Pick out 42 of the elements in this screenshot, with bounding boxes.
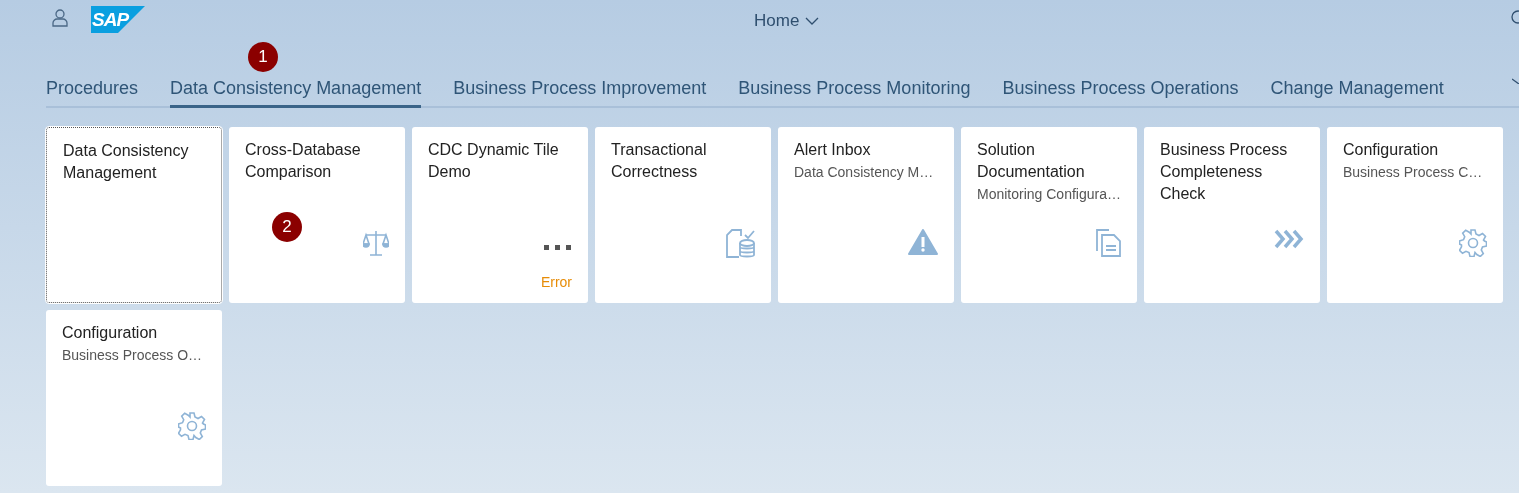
tile-title: Configuration — [62, 323, 159, 343]
tile-title: Transactional Correctness — [611, 140, 708, 182]
tab[interactable]: Business Process Monitoring — [738, 60, 971, 108]
search-icon[interactable] — [1510, 10, 1519, 26]
tile-title: Cross-Database Comparison — [245, 140, 362, 182]
documents-icon — [1095, 229, 1121, 257]
tile-subtitle: Monitoring Configura… — [977, 185, 1121, 204]
document-database-icon — [725, 229, 755, 259]
app-tile[interactable]: Configuration Business Process O… — [46, 310, 222, 486]
app-tile[interactable]: Configuration Business Process C… — [1327, 127, 1503, 303]
app-tile[interactable]: Solution Documentation Monitoring Configura… — [961, 127, 1137, 303]
tile-title: Business Process Completeness Check — [1160, 140, 1289, 204]
tile-subtitle: Business Process O… — [62, 346, 204, 365]
user-icon[interactable] — [52, 9, 68, 27]
chevron-down-icon — [805, 16, 820, 25]
tab[interactable]: Business Process Improvement — [453, 60, 707, 108]
app-tile[interactable]: Transactional Correctness — [595, 127, 771, 303]
busy-indicator-icon — [544, 245, 572, 251]
tile-title: Data Consistency Management — [63, 141, 190, 183]
tile-subtitle: Business Process C… — [1343, 163, 1484, 182]
tile-title: Solution Documentation — [977, 140, 1086, 182]
tab[interactable]: Business Process Operations — [1002, 60, 1239, 108]
tab[interactable]: Change Management — [1270, 60, 1444, 108]
status-text: Error — [540, 273, 572, 292]
settings-icon — [178, 412, 206, 440]
triple-chevron-icon — [1274, 229, 1304, 249]
warning-icon — [908, 229, 938, 255]
callout-marker: 1 — [248, 42, 278, 72]
tile-title: Configuration — [1343, 140, 1440, 160]
tile-title: Alert Inbox — [794, 140, 872, 160]
app-tile[interactable]: Business Process Completeness Check — [1144, 127, 1320, 303]
tile-subtitle: Data Consistency M… — [794, 163, 935, 182]
home-menu-button[interactable]: Home — [754, 8, 820, 34]
sap-logo: SAP — [91, 6, 145, 33]
scale-icon — [363, 229, 389, 257]
tile-title: CDC Dynamic Tile Demo — [428, 140, 560, 182]
tab[interactable]: Procedures — [46, 60, 139, 108]
app-tile[interactable]: Data Consistency Management — [46, 127, 222, 303]
overflow-chevron-icon[interactable] — [1512, 78, 1519, 84]
settings-icon — [1459, 229, 1487, 257]
app-tile[interactable]: CDC Dynamic Tile Demo Error — [412, 127, 588, 303]
app-tile[interactable]: Alert Inbox Data Consistency M… — [778, 127, 954, 303]
